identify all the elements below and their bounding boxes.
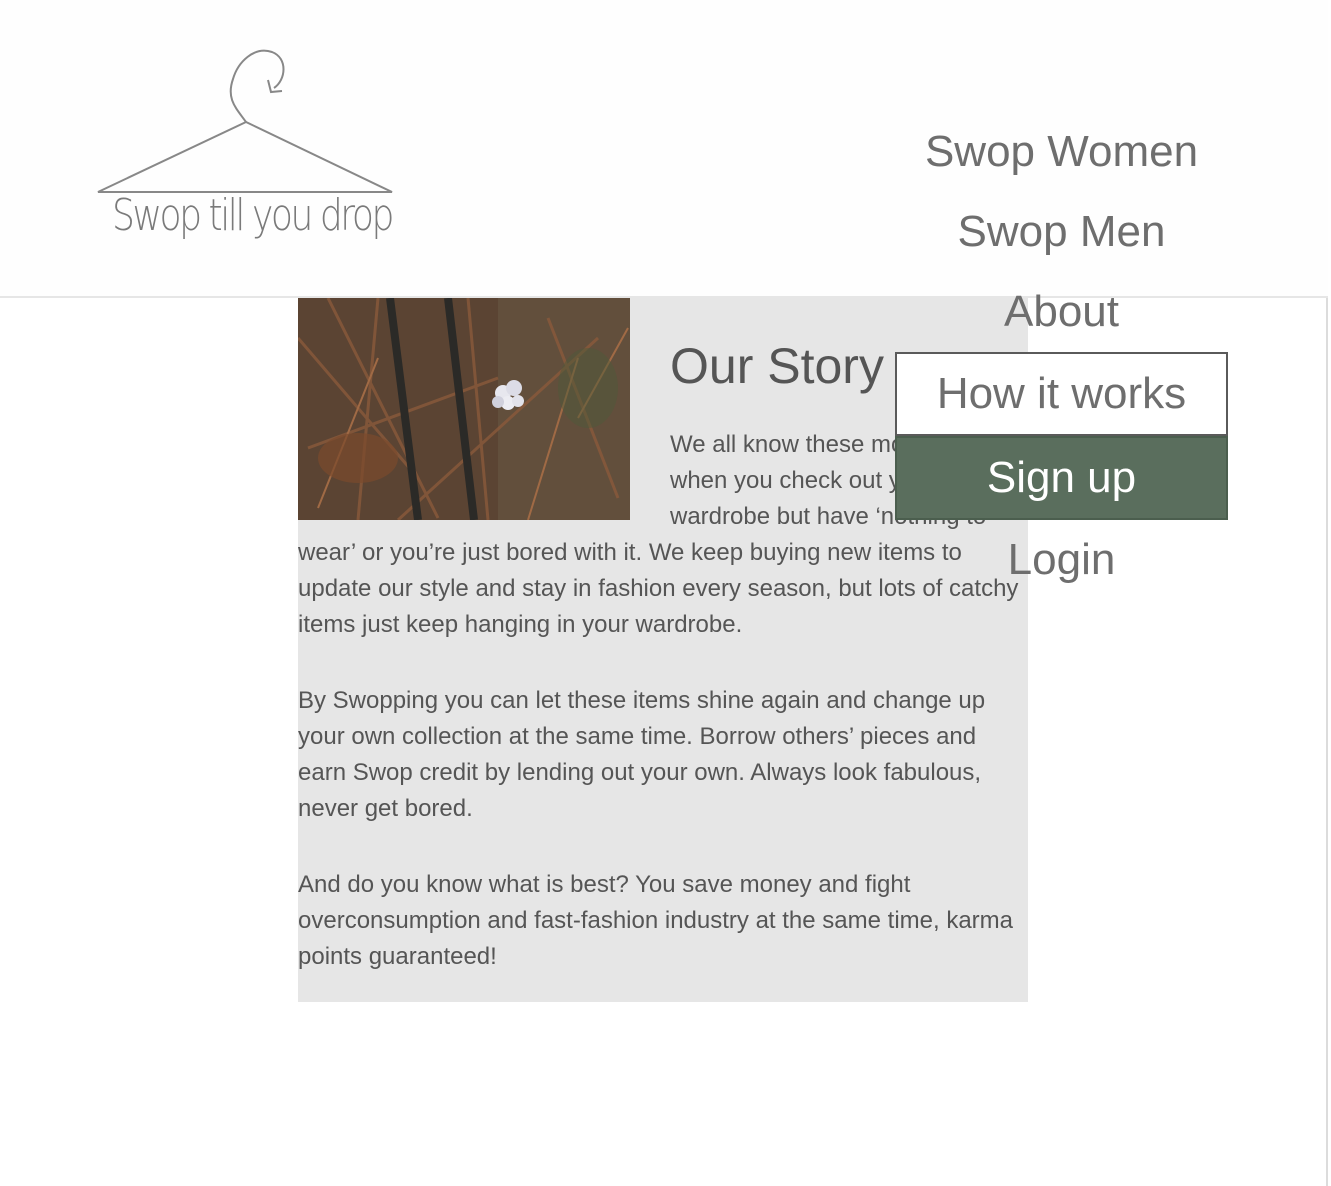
nav-sign-up-button[interactable]: Sign up (895, 436, 1228, 520)
story-image (298, 298, 630, 520)
logo-text: Swop till you drop (112, 190, 394, 241)
nav-swop-men[interactable]: Swop Men (895, 192, 1228, 272)
story-paragraph-3: And do you know what is best? You save m… (298, 871, 1014, 970)
nav-login[interactable]: Login (895, 520, 1228, 600)
cotton-plant-image (298, 298, 630, 520)
logo[interactable]: Swop till you drop (96, 44, 396, 254)
nav-how-it-works[interactable]: How it works (895, 352, 1228, 436)
main-nav: Swop Women Swop Men About How it works S… (895, 112, 1228, 600)
nav-about[interactable]: About (895, 272, 1228, 352)
story-paragraph-2: By Swopping you can let these items shin… (298, 687, 986, 822)
nav-swop-women[interactable]: Swop Women (895, 112, 1228, 192)
